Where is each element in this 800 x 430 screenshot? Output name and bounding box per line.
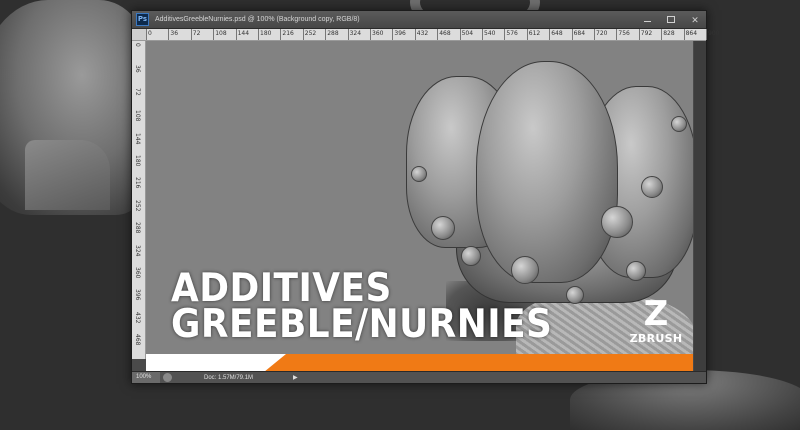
ruler-label: 216 [134, 177, 141, 189]
title-line-greeble-nurnies: GREEBLE/NURNIES [171, 302, 553, 347]
ruler-label: 324 [134, 244, 141, 257]
zbrush-logo: Z ZBRUSH [626, 296, 686, 361]
document-title: AdditivesGreebleNurnies.psd @ 100% (Back… [155, 16, 360, 23]
ruler-label: 612 [528, 30, 541, 37]
window-controls: ✕ [642, 11, 700, 28]
document-size-info: Doc: 1.57M/79.1M [204, 374, 254, 381]
ruler-label: 36 [134, 65, 141, 74]
ruler-label: 864 [685, 30, 698, 37]
greeble-bolt [671, 116, 687, 132]
close-button[interactable]: ✕ [690, 15, 700, 25]
greeble-bolt [431, 216, 455, 240]
ruler-label: 180 [260, 30, 272, 37]
photoshop-app-icon: Ps [136, 13, 149, 26]
maximize-button[interactable] [666, 15, 676, 25]
vertical-scrollbar[interactable] [694, 41, 706, 372]
document-profile-icon[interactable] [163, 373, 172, 382]
greeble-bolt [411, 166, 427, 182]
zbrush-wordmark: ZBRUSH [629, 332, 683, 345]
ruler-label: 756 [618, 30, 630, 37]
ruler-label: 216 [282, 30, 294, 37]
ruler-label: 288 [327, 30, 339, 37]
minimize-button[interactable] [642, 15, 652, 25]
ruler-label: 72 [192, 30, 201, 37]
ruler-label: 0 [134, 43, 141, 47]
ruler-label: 720 [596, 30, 608, 37]
ruler-label: 144 [237, 30, 250, 37]
ruler-label: 324 [349, 30, 362, 37]
ruler-label: 432 [416, 30, 429, 37]
status-menu-arrow-icon[interactable]: ▶ [293, 374, 298, 381]
ruler-label: 396 [394, 30, 406, 37]
ruler-label: 288 [134, 222, 141, 234]
ruler-label: 792 [640, 30, 653, 37]
ruler-label: 432 [134, 311, 141, 324]
ruler-label: 900 [708, 30, 720, 37]
ruler-label: 396 [134, 289, 141, 301]
ruler-label: 504 [461, 30, 474, 37]
horizontal-ruler[interactable]: 0 36 72 108 144 180 216 252 288 324 360 396 432 468 50… [146, 29, 719, 41]
ruler-label: 180 [134, 155, 141, 167]
ruler-label: 828 [663, 30, 675, 37]
ruler-label: 108 [215, 30, 227, 37]
orange-stripe [264, 354, 693, 372]
helmet-plate-center [476, 61, 618, 283]
zbrush-figure-icon: Z [643, 294, 669, 334]
greeble-bolt [641, 176, 663, 198]
ruler-label: 0 [148, 30, 152, 37]
greeble-bolt [601, 206, 633, 238]
ruler-label: 360 [134, 267, 141, 279]
ruler-label: 684 [573, 30, 586, 37]
ruler-label: 252 [134, 199, 141, 212]
ruler-origin[interactable] [132, 29, 146, 41]
ruler-label: 360 [372, 30, 384, 37]
greeble-bolt [461, 246, 481, 266]
ruler-label: 108 [134, 110, 141, 122]
ruler-label: 144 [134, 132, 141, 145]
ruler-label: 72 [134, 87, 141, 96]
ruler-label: 252 [304, 30, 317, 37]
photoshop-document-window[interactable]: Ps AdditivesGreebleNurnies.psd @ 100% (B… [131, 10, 719, 384]
greeble-bolt [626, 261, 646, 281]
status-bar: 100% Doc: 1.57M/79.1M ▶ [132, 371, 706, 383]
window-title-bar[interactable]: Ps AdditivesGreebleNurnies.psd @ 100% (B… [132, 11, 706, 29]
document-canvas[interactable]: ADDITIVES GREEBLE/NURNIES Z ZBRUSH [146, 41, 693, 372]
ruler-label: 36 [170, 30, 179, 37]
ruler-label: 648 [551, 30, 563, 37]
white-stripe [146, 354, 286, 372]
ruler-label: 540 [484, 30, 496, 37]
background-helmet-render [0, 0, 150, 215]
zoom-level-field[interactable]: 100% [132, 372, 160, 383]
banner-title: ADDITIVES GREEBLE/NURNIES [171, 269, 586, 347]
ruler-label: 468 [134, 334, 141, 346]
ruler-label: 468 [439, 30, 451, 37]
vertical-ruler[interactable]: 0 36 72 108 144 180 216 252 288 324 360 396 432 468 [132, 41, 146, 359]
ruler-label: 576 [506, 30, 518, 37]
